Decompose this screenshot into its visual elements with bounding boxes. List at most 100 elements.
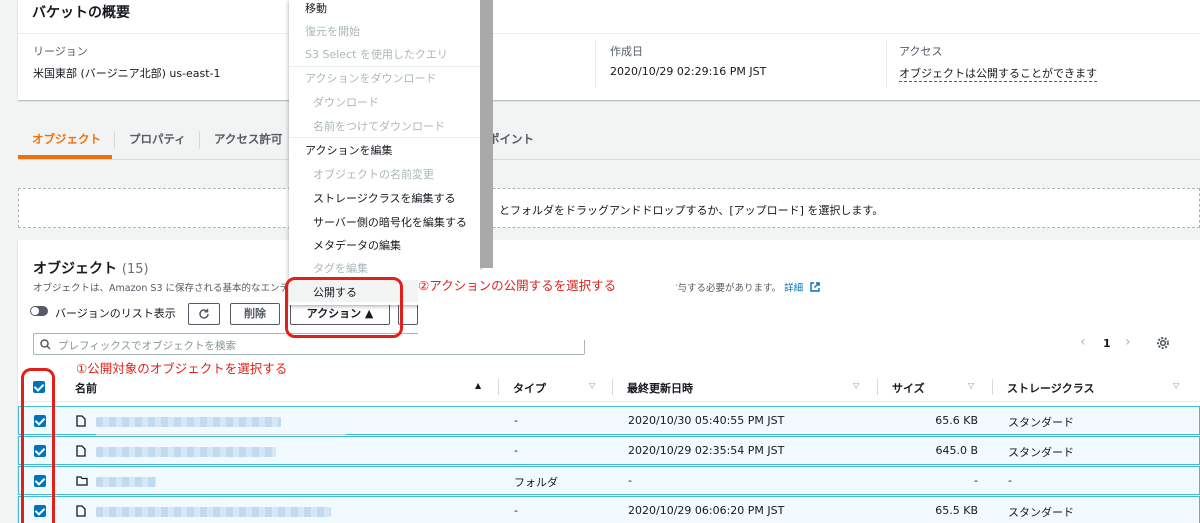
column-header-size[interactable]: サイズ — [892, 380, 925, 396]
created-label: 作成日 — [610, 45, 643, 58]
row-storage-class: スタンダード — [1008, 416, 1074, 429]
pagination-page-number[interactable]: 1 — [1103, 337, 1111, 350]
redacted-object-name[interactable] — [96, 507, 331, 517]
menu-item-move[interactable]: 移動 — [305, 0, 327, 16]
objects-description: オブジェクトは、Amazon S3 に保存される基本的なエンティ — [33, 283, 298, 294]
table-row[interactable]: - 2020/10/29 02:35:54 PM JST 645.0 B スタン… — [18, 436, 1200, 465]
menu-item-edit-tags[interactable]: タグを編集 — [313, 260, 368, 276]
menu-item-download[interactable]: ダウンロード — [313, 94, 379, 110]
delete-button[interactable]: 削除 — [230, 303, 280, 325]
annotation-highlight-publish — [285, 277, 403, 338]
bucket-tabs: オブジェクト プロパティ アクセス許可 ポイント — [18, 127, 1200, 160]
tab-properties[interactable]: プロパティ — [114, 131, 200, 149]
row-type: - — [514, 414, 518, 427]
column-header-modified[interactable]: 最終更新日時 — [627, 380, 693, 396]
menu-item-rename[interactable]: オブジェクトの名前変更 — [313, 166, 434, 182]
row-storage-class: スタンダード — [1008, 446, 1074, 459]
table-row[interactable]: - 2020/10/29 06:06:20 PM JST 65.5 KB スタン… — [18, 496, 1200, 523]
table-row[interactable]: フォルダ - - - — [18, 466, 1200, 495]
menu-item-edit-metadata[interactable]: メタデータの編集 — [313, 237, 401, 253]
learn-more-link[interactable]: 詳細 — [784, 283, 803, 294]
access-label: アクセス — [899, 45, 943, 58]
row-size: 65.5 KB — [935, 504, 978, 517]
menu-item-restore[interactable]: 復元を開始 — [305, 23, 360, 39]
column-divider — [612, 379, 613, 395]
refresh-button[interactable] — [188, 303, 220, 325]
overview-title: バケットの概要 — [32, 5, 130, 21]
column-header-type[interactable]: タイプ — [513, 380, 546, 396]
search-placeholder: プレフィックスでオブジェクトを検索 — [58, 340, 236, 352]
column-divider — [498, 379, 499, 395]
annotation-step2: ②アクションの公開するを選択する — [418, 278, 617, 293]
region-value: 米国東部 (バージニア北部) us-east-1 — [33, 67, 221, 80]
objects-count: (15) — [121, 262, 149, 277]
gear-icon[interactable] — [1156, 336, 1170, 350]
refresh-icon — [199, 308, 209, 319]
tab-permissions[interactable]: アクセス許可 — [199, 131, 296, 149]
folder-icon — [76, 476, 88, 486]
annotation-step1: ①公開対象のオブジェクトを選択する — [76, 361, 288, 376]
row-type: フォルダ — [514, 476, 558, 489]
redacted-folder-name[interactable] — [96, 477, 156, 487]
redacted-underline — [96, 434, 346, 435]
redacted-object-name[interactable] — [96, 417, 281, 427]
objects-title: オブジェクト — [33, 261, 117, 277]
overview-divider — [18, 33, 1200, 34]
bucket-overview-panel: バケットの概要 リージョン 米国東部 (バージニア北部) us-east-1 作… — [18, 0, 1200, 100]
row-modified: - — [628, 474, 632, 487]
column-divider — [992, 379, 993, 395]
menu-group-edit: アクションを編集 — [305, 144, 393, 157]
versions-toggle[interactable] — [30, 306, 48, 316]
sort-icon[interactable]: ▽ — [589, 381, 595, 390]
column-divider — [595, 40, 596, 88]
objects-description-end: 付与する必要があります。 詳細 — [668, 280, 820, 294]
region-label: リージョン — [33, 45, 88, 58]
row-storage-class: - — [1008, 474, 1012, 487]
file-icon — [76, 505, 86, 517]
access-field: アクセス オブジェクトは公開することができます — [899, 43, 1097, 82]
sort-icon[interactable]: ▽ — [853, 381, 859, 390]
column-divider — [877, 379, 878, 395]
menu-item-edit-storage-class[interactable]: ストレージクラスを編集する — [313, 190, 456, 206]
sort-icon[interactable]: ▽ — [968, 381, 974, 390]
sort-ascending-icon[interactable]: ▲ — [475, 381, 481, 390]
search-icon — [40, 339, 51, 350]
menu-item-s3-select[interactable]: S3 Select を使用したクエリ — [305, 46, 448, 62]
menu-group-download: アクションをダウンロード — [305, 72, 437, 85]
dropzone-text: とフォルダをドラッグアンドドロップするか、[アップロード] を選択します。 — [499, 204, 884, 217]
column-header-storage-class[interactable]: ストレージクラス — [1007, 380, 1095, 396]
annotation-highlight-checkboxes — [21, 368, 55, 523]
table-row[interactable]: - 2020/10/30 05:40:55 PM JST 65.6 KB スタン… — [18, 406, 1200, 435]
active-tab-indicator — [18, 155, 112, 159]
external-link-icon — [810, 282, 820, 292]
row-size: - — [974, 474, 978, 487]
created-value: 2020/10/29 02:29:16 PM JST — [610, 65, 767, 78]
row-modified: 2020/10/29 06:06:20 PM JST — [628, 504, 785, 517]
access-value[interactable]: オブジェクトは公開することができます — [899, 67, 1097, 82]
column-divider — [886, 40, 887, 88]
redacted-object-name[interactable] — [96, 447, 276, 457]
file-icon — [76, 415, 86, 427]
menu-scrollbar[interactable] — [480, 0, 493, 268]
sort-icon[interactable]: ▽ — [1173, 381, 1179, 390]
menu-item-download-as[interactable]: 名前をつけてダウンロード — [313, 118, 445, 134]
row-type: - — [514, 504, 518, 517]
region-field: リージョン 米国東部 (バージニア北部) us-east-1 — [33, 43, 221, 81]
menu-divider — [289, 66, 480, 67]
menu-divider — [289, 137, 480, 138]
upload-dropzone[interactable]: とフォルダをドラッグアンドドロップするか、[アップロード] を選択します。 — [18, 188, 1200, 228]
versions-toggle-label: バージョンのリスト表示 — [55, 307, 176, 320]
row-type: - — [514, 444, 518, 457]
menu-item-edit-encryption[interactable]: サーバー側の暗号化を編集する — [313, 214, 467, 230]
pagination-next-button[interactable]: › — [1125, 334, 1131, 350]
row-size: 65.6 KB — [935, 414, 978, 427]
row-modified: 2020/10/29 02:35:54 PM JST — [628, 444, 785, 457]
row-storage-class: スタンダード — [1008, 506, 1074, 519]
file-icon — [76, 445, 86, 457]
tab-objects[interactable]: オブジェクト — [18, 131, 115, 149]
objects-description-text: 付与する必要があります。 — [668, 283, 782, 294]
pagination-prev-button[interactable]: ‹ — [1080, 334, 1086, 350]
column-header-name[interactable]: 名前 — [75, 380, 97, 396]
row-size: 645.0 B — [935, 444, 978, 457]
objects-heading: オブジェクト (15) — [33, 258, 149, 278]
